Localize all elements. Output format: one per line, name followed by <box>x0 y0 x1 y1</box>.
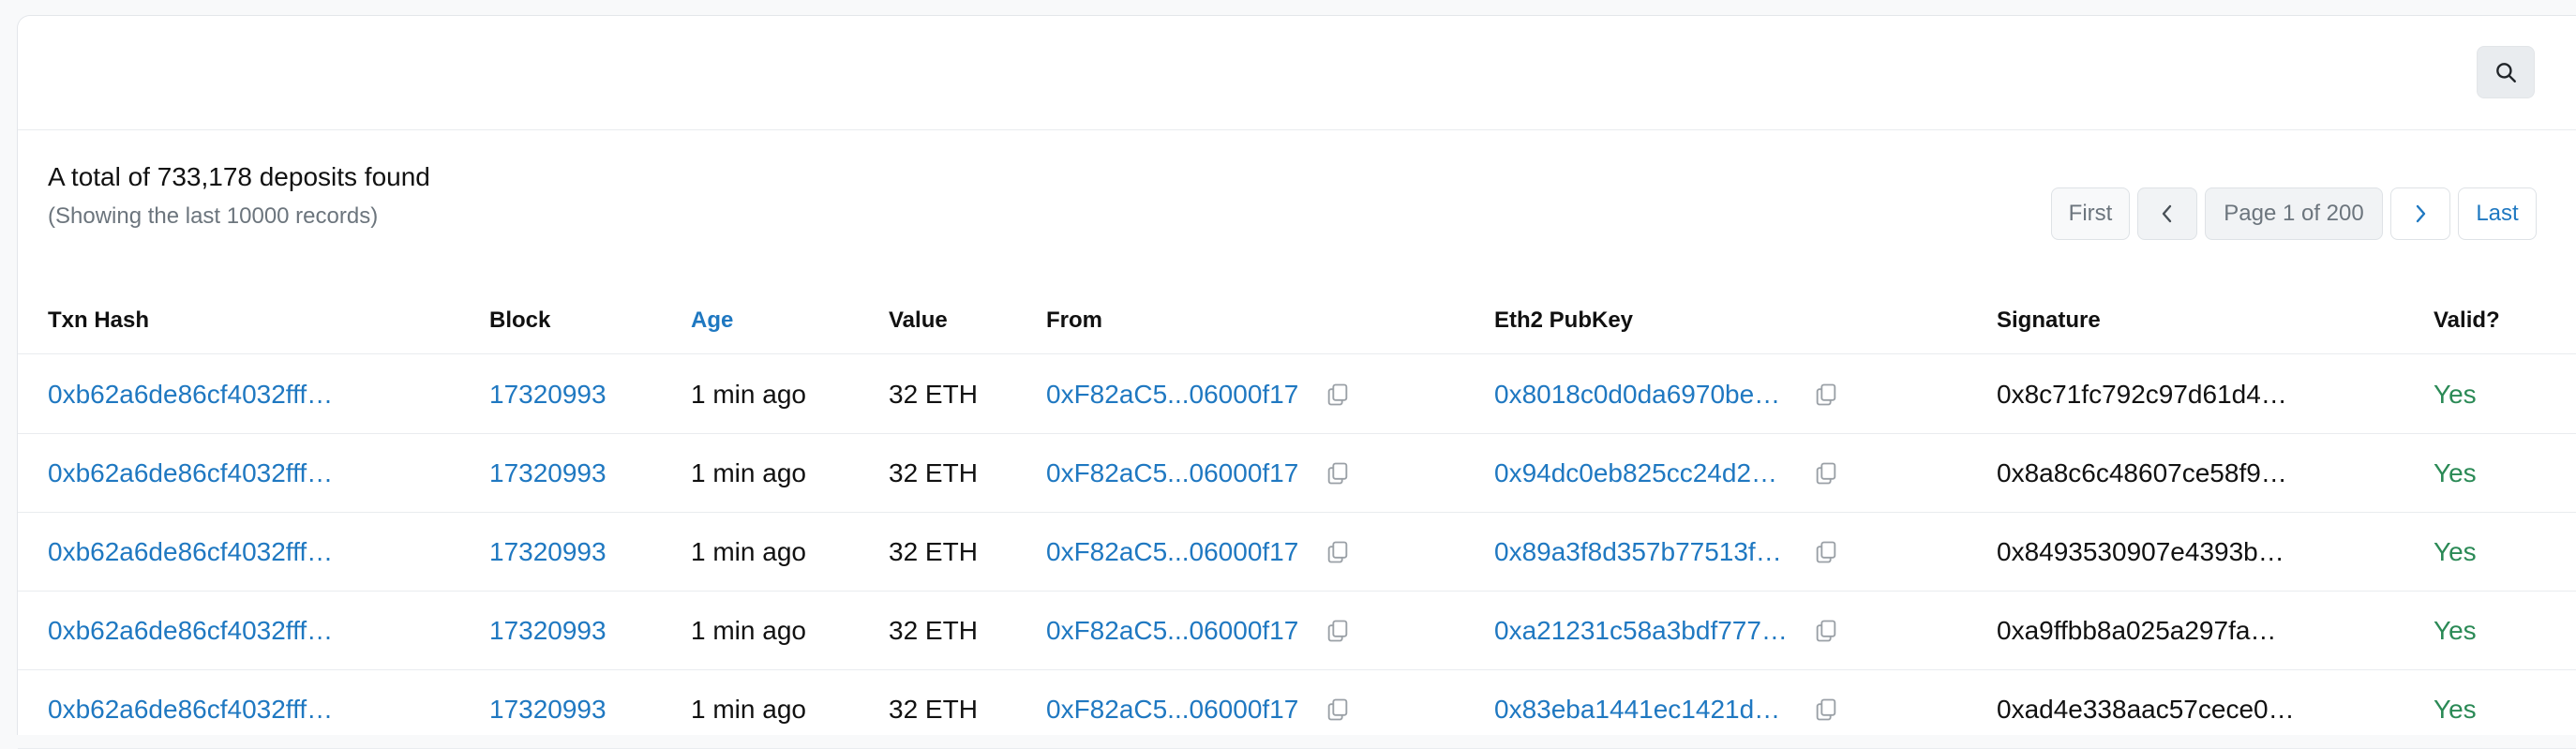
from-address-link[interactable]: 0xF82aC5...06000f17 <box>1046 513 1298 591</box>
copy-pubkey-button[interactable] <box>1811 380 1841 410</box>
copy-from-button[interactable] <box>1323 537 1353 567</box>
copy-pubkey-button[interactable] <box>1811 458 1841 488</box>
copy-icon <box>1325 697 1351 723</box>
copy-pubkey-button[interactable] <box>1811 616 1841 646</box>
copy-icon <box>1325 382 1351 408</box>
txn-hash-link[interactable]: 0xb62a6de86cf4032fff… <box>48 434 333 512</box>
copy-from-button[interactable] <box>1323 380 1353 410</box>
summary: A total of 733,178 deposits found (Showi… <box>48 164 430 228</box>
signature-cell: 0xad4e338aac57cece0… <box>1997 694 2295 724</box>
copy-pubkey-button[interactable] <box>1811 695 1841 725</box>
copy-icon <box>1813 539 1839 565</box>
last-page-button[interactable]: Last <box>2458 187 2537 240</box>
txn-hash-link[interactable]: 0xb62a6de86cf4032fff… <box>48 670 333 748</box>
column-header-age[interactable]: Age <box>691 307 733 334</box>
copy-from-button[interactable] <box>1323 616 1353 646</box>
card-header <box>18 16 2576 130</box>
from-address-link[interactable]: 0xF82aC5...06000f17 <box>1046 592 1298 669</box>
table-row: 0xb62a6de86cf4032fff… 17320993 1 min ago 32… <box>18 434 2576 513</box>
column-header-value: Value <box>889 307 948 333</box>
summary-title: A total of 733,178 deposits found <box>48 162 430 191</box>
table-row: 0xb62a6de86cf4032fff… 17320993 1 min ago 32… <box>18 355 2576 434</box>
valid-status: Yes <box>2434 457 2477 487</box>
page-indicator: Page 1 of 200 <box>2205 187 2383 240</box>
txn-hash-link[interactable]: 0xb62a6de86cf4032fff… <box>48 355 333 433</box>
value-cell: 32 ETH <box>889 457 978 487</box>
column-header-txn-hash: Txn Hash <box>48 307 150 333</box>
copy-icon <box>1813 460 1839 487</box>
table-row: 0xb62a6de86cf4032fff… 17320993 1 min ago 32… <box>18 513 2576 592</box>
copy-icon <box>1325 618 1351 644</box>
block-link[interactable]: 17320993 <box>489 513 607 591</box>
prev-page-button[interactable] <box>2137 187 2197 240</box>
table-header: Txn Hash Block Age Value From Eth2 PubKe… <box>18 286 2576 354</box>
valid-status: Yes <box>2434 379 2477 409</box>
deposits-card: A total of 733,178 deposits found (Showi… <box>17 15 2576 749</box>
pubkey-link[interactable]: 0x94dc0eb825cc24d2… <box>1494 434 1777 512</box>
chevron-left-icon <box>2162 204 2172 223</box>
from-address-link[interactable]: 0xF82aC5...06000f17 <box>1046 434 1298 512</box>
pubkey-link[interactable]: 0x83eba1441ec1421d… <box>1494 670 1780 748</box>
copy-from-button[interactable] <box>1323 695 1353 725</box>
block-link[interactable]: 17320993 <box>489 355 607 433</box>
value-cell: 32 ETH <box>889 379 978 409</box>
valid-status: Yes <box>2434 536 2477 566</box>
block-link[interactable]: 17320993 <box>489 592 607 669</box>
from-address-link[interactable]: 0xF82aC5...06000f17 <box>1046 355 1298 433</box>
age-cell: 1 min ago <box>691 536 806 566</box>
search-button[interactable] <box>2477 46 2535 98</box>
column-header-from: From <box>1046 307 1102 333</box>
copy-icon <box>1813 382 1839 408</box>
search-icon <box>2496 63 2516 82</box>
block-link[interactable]: 17320993 <box>489 434 607 512</box>
pubkey-link[interactable]: 0x89a3f8d357b77513f… <box>1494 513 1782 591</box>
value-cell: 32 ETH <box>889 615 978 645</box>
first-page-button[interactable]: First <box>2051 187 2130 240</box>
pubkey-link[interactable]: 0xa21231c58a3bdf777… <box>1494 592 1788 669</box>
block-link[interactable]: 17320993 <box>489 670 607 748</box>
copy-pubkey-button[interactable] <box>1811 537 1841 567</box>
copy-icon <box>1813 697 1839 723</box>
txn-hash-link[interactable]: 0xb62a6de86cf4032fff… <box>48 592 333 669</box>
copy-icon <box>1325 539 1351 565</box>
from-address-link[interactable]: 0xF82aC5...06000f17 <box>1046 670 1298 748</box>
signature-cell: 0x8c71fc792c97d61d4… <box>1997 379 2287 409</box>
value-cell: 32 ETH <box>889 694 978 724</box>
copy-icon <box>1813 618 1839 644</box>
column-header-block: Block <box>489 307 551 333</box>
age-cell: 1 min ago <box>691 379 806 409</box>
txn-hash-link[interactable]: 0xb62a6de86cf4032fff… <box>48 513 333 591</box>
column-header-eth2-pubkey: Eth2 PubKey <box>1494 307 1634 333</box>
pubkey-link[interactable]: 0x8018c0d0da6970be… <box>1494 355 1780 433</box>
age-cell: 1 min ago <box>691 694 806 724</box>
copy-icon <box>1325 460 1351 487</box>
summary-subtitle: (Showing the last 10000 records) <box>48 203 379 229</box>
value-cell: 32 ETH <box>889 536 978 566</box>
column-header-valid: Valid? <box>2434 307 2500 333</box>
next-page-button[interactable] <box>2390 187 2450 240</box>
age-cell: 1 min ago <box>691 457 806 487</box>
valid-status: Yes <box>2434 615 2477 645</box>
signature-cell: 0x8493530907e4393b… <box>1997 536 2284 566</box>
chevron-right-icon <box>2416 204 2426 223</box>
column-header-signature: Signature <box>1997 307 2101 333</box>
table-row: 0xb62a6de86cf4032fff… 17320993 1 min ago 32… <box>18 670 2576 749</box>
valid-status: Yes <box>2434 694 2477 724</box>
signature-cell: 0xa9ffbb8a025a297fa… <box>1997 615 2277 645</box>
table-row: 0xb62a6de86cf4032fff… 17320993 1 min ago 32… <box>18 592 2576 670</box>
copy-from-button[interactable] <box>1323 458 1353 488</box>
signature-cell: 0x8a8c6c48607ce58f9… <box>1997 457 2287 487</box>
age-cell: 1 min ago <box>691 615 806 645</box>
